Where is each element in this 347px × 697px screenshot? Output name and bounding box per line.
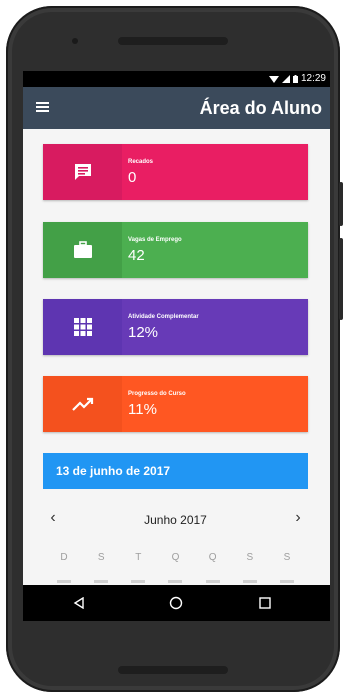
card-value: 11% — [128, 401, 157, 418]
calendar-cut-off-row — [43, 574, 308, 584]
calendar-selected-date: 13 de junho de 2017 — [43, 453, 308, 489]
weekday-label: S — [283, 552, 291, 563]
card-label: Atividade Complementar — [128, 314, 199, 320]
calendar-month-label: Junho 2017 — [144, 513, 207, 527]
card-value: 0 — [128, 169, 137, 186]
card-body: Progresso do Curso 11% — [122, 376, 308, 432]
hamburger-menu-icon[interactable] — [36, 102, 49, 112]
message-icon — [43, 144, 122, 200]
signal-icon — [281, 74, 290, 83]
volume-button[interactable] — [339, 238, 343, 320]
card-atividade-complementar[interactable]: Atividade Complementar 12% — [43, 299, 308, 355]
card-body: Recados 0 — [122, 144, 308, 200]
briefcase-icon — [43, 222, 122, 278]
card-label: Vagas de Emprego — [128, 237, 182, 243]
weekday-label: Q — [208, 552, 217, 563]
android-nav-bar — [23, 585, 330, 621]
power-button[interactable] — [339, 182, 343, 226]
home-icon[interactable] — [167, 594, 185, 612]
app-bar: Área do Aluno — [23, 87, 330, 129]
card-value: 42 — [128, 247, 145, 264]
calendar-navigation: ‹ Junho 2017 › — [43, 507, 308, 531]
calendar-next-button[interactable]: › — [288, 509, 308, 527]
recents-icon[interactable] — [256, 594, 274, 612]
bottom-speaker — [118, 666, 228, 674]
card-label: Progresso do Curso — [128, 391, 186, 397]
screen: 12:29 Área do Aluno Recados 0 Vagas de E… — [23, 71, 330, 621]
card-vagas-emprego[interactable]: Vagas de Emprego 42 — [43, 222, 308, 278]
weekday-label: S — [246, 552, 254, 563]
card-body: Atividade Complementar 12% — [122, 299, 308, 355]
page-title: Área do Aluno — [199, 98, 322, 118]
status-icons: 12:29 — [268, 73, 326, 84]
card-label: Recados — [128, 159, 154, 165]
card-recados[interactable]: Recados 0 — [43, 144, 308, 200]
weekday-label: T — [135, 552, 142, 563]
wifi-icon — [268, 75, 279, 83]
back-icon[interactable] — [70, 594, 88, 612]
card-body: Vagas de Emprego 42 — [122, 222, 308, 278]
status-bar: 12:29 — [23, 71, 330, 87]
trending-up-icon — [43, 376, 122, 432]
top-speaker — [118, 37, 228, 45]
battery-icon — [292, 74, 298, 83]
card-progresso-curso[interactable]: Progresso do Curso 11% — [43, 376, 308, 432]
weekday-label: D — [60, 552, 68, 563]
weekday-label: S — [97, 552, 105, 563]
card-value: 12% — [128, 324, 159, 341]
grid-icon — [43, 299, 122, 355]
weekday-label: Q — [171, 552, 180, 563]
status-time: 12:29 — [300, 73, 326, 84]
camera-icon — [72, 38, 78, 44]
calendar-weekdays: D S T Q Q S S — [43, 552, 308, 563]
